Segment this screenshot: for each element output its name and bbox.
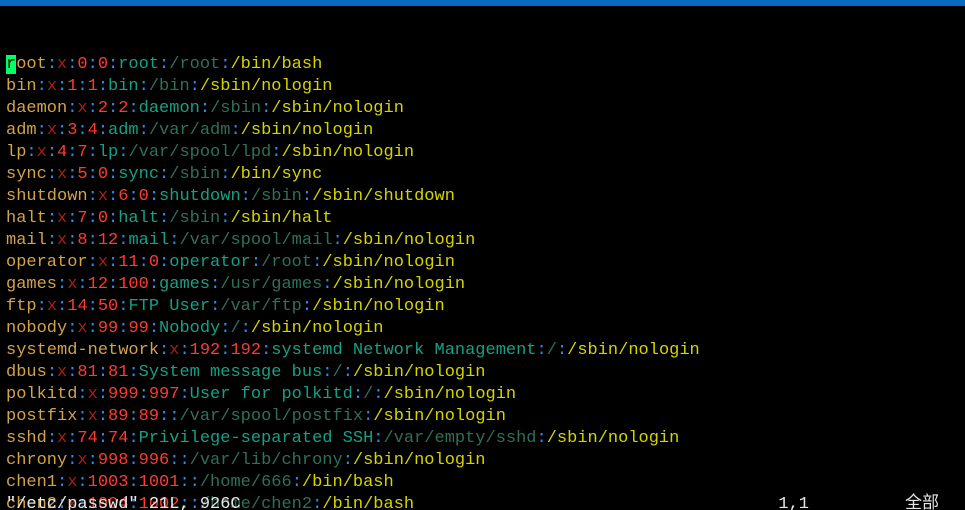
passwd-entry: dbus:x:81:81:System message bus:/:/sbin/… <box>6 362 959 384</box>
passwd-entry: chrony:x:998:996::/var/lib/chrony:/sbin/… <box>6 450 959 472</box>
passwd-entry: polkitd:x:999:997:User for polkitd:/:/sb… <box>6 384 959 406</box>
status-percent: 全部 <box>905 494 939 510</box>
terminal-viewport[interactable]: root:x:0:0:root:/root:/bin/bashbin:x:1:1… <box>0 6 965 510</box>
passwd-entry: daemon:x:2:2:daemon:/sbin:/sbin/nologin <box>6 98 959 120</box>
passwd-entry: nobody:x:99:99:Nobody:/:/sbin/nologin <box>6 318 959 340</box>
passwd-entry: operator:x:11:0:operator:/root:/sbin/nol… <box>6 252 959 274</box>
passwd-entry: root:x:0:0:root:/root:/bin/bash <box>6 54 959 76</box>
passwd-entry: chen1:x:1003:1001::/home/666:/bin/bash <box>6 472 959 494</box>
passwd-entry: ftp:x:14:50:FTP User:/var/ftp:/sbin/nolo… <box>6 296 959 318</box>
passwd-entry: adm:x:3:4:adm:/var/adm:/sbin/nologin <box>6 120 959 142</box>
passwd-entry: sync:x:5:0:sync:/sbin:/bin/sync <box>6 164 959 186</box>
passwd-entry: games:x:12:100:games:/usr/games:/sbin/no… <box>6 274 959 296</box>
passwd-entry: shutdown:x:6:0:shutdown:/sbin:/sbin/shut… <box>6 186 959 208</box>
status-filename: "/etc/passwd" 21L, 926C <box>6 494 241 510</box>
passwd-entry: systemd-network:x:192:192:systemd Networ… <box>6 340 959 362</box>
passwd-entry: mail:x:8:12:mail:/var/spool/mail:/sbin/n… <box>6 230 959 252</box>
passwd-entry: postfix:x:89:89::/var/spool/postfix:/sbi… <box>6 406 959 428</box>
vim-status-bar: "/etc/passwd" 21L, 926C 1,1 全部 <box>6 494 959 510</box>
passwd-entry: sshd:x:74:74:Privilege-separated SSH:/va… <box>6 428 959 450</box>
status-position: 1,1 <box>778 494 809 510</box>
passwd-entry: bin:x:1:1:bin:/bin:/sbin/nologin <box>6 76 959 98</box>
passwd-entry: lp:x:4:7:lp:/var/spool/lpd:/sbin/nologin <box>6 142 959 164</box>
passwd-entry: halt:x:7:0:halt:/sbin:/sbin/halt <box>6 208 959 230</box>
